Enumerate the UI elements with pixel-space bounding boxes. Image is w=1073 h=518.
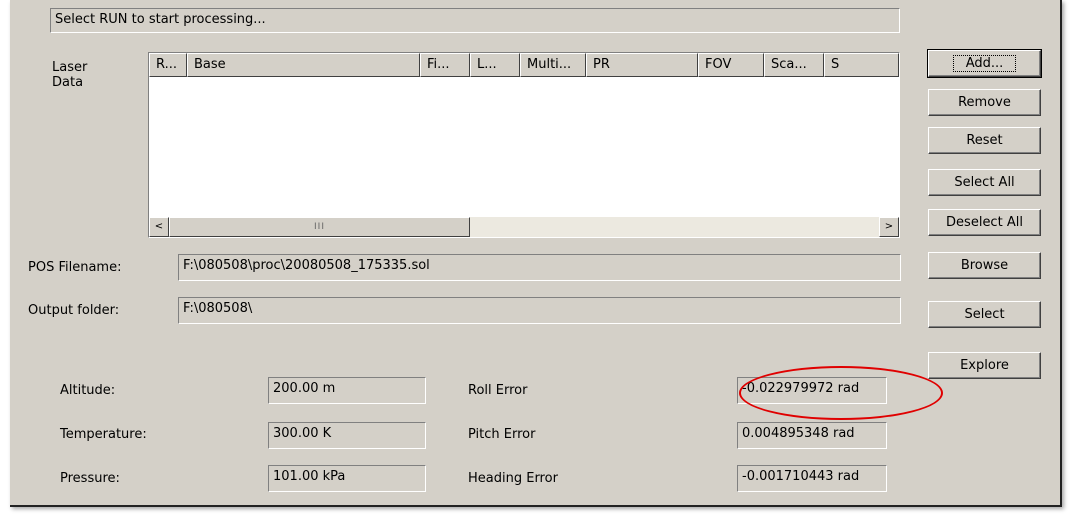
scroll-thumb[interactable]: III bbox=[169, 217, 470, 237]
roll-error-value: -0.022979972 rad bbox=[742, 381, 860, 396]
roll-error-label: Roll Error bbox=[468, 383, 528, 398]
add-button[interactable]: Add... bbox=[927, 49, 1042, 78]
scroll-left-arrow-icon[interactable]: < bbox=[149, 217, 169, 237]
dialog-frame: Select RUN to start processing... Laser … bbox=[10, 0, 1062, 507]
output-folder-field[interactable]: F:\080508\ bbox=[178, 297, 901, 324]
status-field: Select RUN to start processing... bbox=[50, 8, 900, 33]
heading-error-label: Heading Error bbox=[468, 471, 558, 486]
column-header-sca[interactable]: Sca... bbox=[764, 53, 824, 77]
column-header-multi[interactable]: Multi... bbox=[520, 53, 586, 77]
select-button[interactable]: Select bbox=[928, 301, 1041, 328]
remove-button[interactable]: Remove bbox=[928, 89, 1041, 116]
column-header-base[interactable]: Base bbox=[187, 53, 420, 77]
reset-button[interactable]: Reset bbox=[928, 127, 1041, 154]
pos-filename-field[interactable]: F:\080508\proc\20080508_175335.sol bbox=[178, 254, 901, 281]
scroll-right-arrow-icon[interactable]: > bbox=[879, 217, 899, 237]
heading-error-value: -0.001710443 rad bbox=[742, 469, 860, 484]
column-header-s[interactable]: S bbox=[824, 53, 899, 77]
pos-filename-value: F:\080508\proc\20080508_175335.sol bbox=[183, 258, 430, 273]
scroll-thumb-grip: III bbox=[314, 222, 325, 232]
pos-filename-label: POS Filename: bbox=[28, 260, 122, 275]
deselect-all-button[interactable]: Deselect All bbox=[928, 209, 1041, 236]
select-all-button[interactable]: Select All bbox=[928, 169, 1041, 196]
temperature-label: Temperature: bbox=[60, 427, 147, 442]
column-header-fi[interactable]: Fi... bbox=[420, 53, 470, 77]
pitch-error-label: Pitch Error bbox=[468, 427, 536, 442]
roll-error-field[interactable]: -0.022979972 rad bbox=[737, 377, 887, 404]
pressure-value: 101.00 kPa bbox=[273, 469, 346, 484]
add-button-label: Add... bbox=[952, 55, 1017, 72]
column-header-pr[interactable]: PR bbox=[586, 53, 698, 77]
pitch-error-value: 0.004895348 rad bbox=[742, 426, 855, 441]
output-folder-label: Output folder: bbox=[28, 303, 120, 318]
explore-button[interactable]: Explore bbox=[928, 352, 1041, 379]
altitude-field[interactable]: 200.00 m bbox=[268, 377, 426, 404]
laser-data-label: Laser Data bbox=[52, 60, 88, 90]
browse-button[interactable]: Browse bbox=[928, 252, 1041, 279]
column-header-r[interactable]: R... bbox=[149, 53, 187, 77]
output-folder-value: F:\080508\ bbox=[183, 301, 253, 316]
pressure-label: Pressure: bbox=[60, 471, 120, 486]
list-header: R... Base Fi... L... Multi... PR FOV Sca… bbox=[149, 53, 899, 77]
altitude-value: 200.00 m bbox=[273, 381, 336, 396]
horizontal-scrollbar[interactable]: < III > bbox=[149, 217, 899, 237]
laser-data-list[interactable]: R... Base Fi... L... Multi... PR FOV Sca… bbox=[148, 52, 900, 238]
column-header-l[interactable]: L... bbox=[470, 53, 520, 77]
altitude-label: Altitude: bbox=[60, 383, 116, 398]
temperature-value: 300.00 K bbox=[273, 426, 332, 441]
pressure-field[interactable]: 101.00 kPa bbox=[268, 465, 426, 492]
column-header-fov[interactable]: FOV bbox=[698, 53, 764, 77]
heading-error-field[interactable]: -0.001710443 rad bbox=[737, 465, 887, 492]
pitch-error-field[interactable]: 0.004895348 rad bbox=[737, 422, 887, 449]
temperature-field[interactable]: 300.00 K bbox=[268, 422, 426, 449]
status-text: Select RUN to start processing... bbox=[55, 12, 266, 27]
